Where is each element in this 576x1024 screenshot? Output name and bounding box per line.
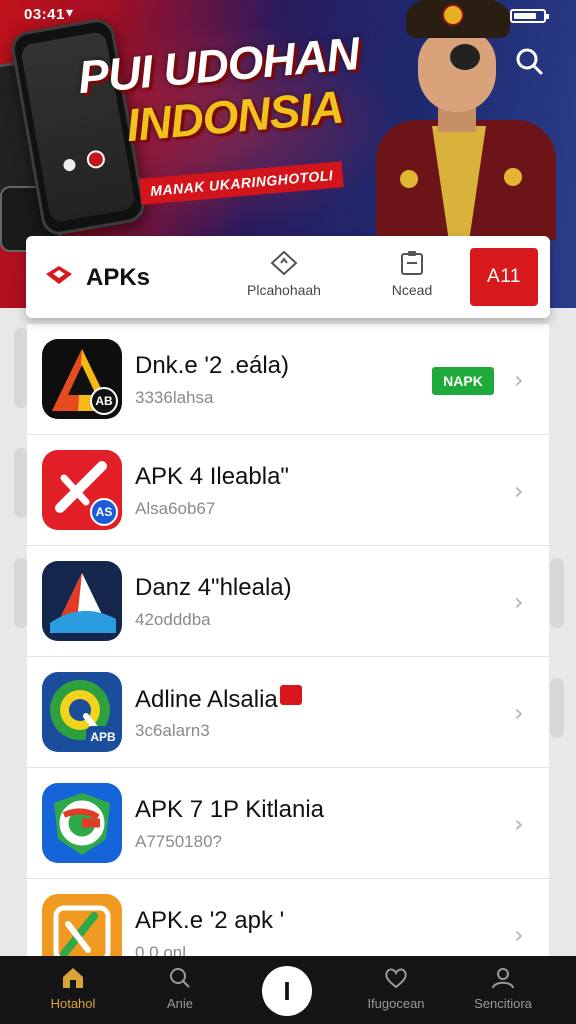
background-card <box>14 558 28 628</box>
a11-button[interactable]: A11 <box>470 248 538 306</box>
app-title-text: Adline Alsalia <box>135 686 278 713</box>
a-logo-icon <box>50 573 116 633</box>
status-bar: 03:41 ▾ <box>0 0 576 30</box>
medal-icon <box>400 170 418 188</box>
wifi-icon: ▾ <box>66 4 74 20</box>
tab-favorites[interactable]: Ifugocean <box>341 966 451 1011</box>
app-subtitle: 3c6alarn3 <box>135 721 210 740</box>
nav-plcahohaah-label: Plcahohaah <box>247 282 321 298</box>
nav-ncead[interactable]: Ncead <box>384 250 440 298</box>
app-subtitle: 0.0 onl <box>135 943 187 956</box>
tab-search[interactable]: Anie <box>125 966 235 1011</box>
tab-home-label: Hotahol <box>50 996 96 1011</box>
character-illustration <box>376 0 556 240</box>
icon-badge: AS <box>90 498 118 526</box>
flag-icon <box>279 685 302 705</box>
background-card <box>550 558 564 628</box>
g-logo-icon <box>54 793 110 855</box>
app-icon-x-logo-red: AS <box>42 450 122 530</box>
clipboard-icon <box>401 251 423 275</box>
nav-ncead-label: Ncead <box>391 282 433 298</box>
character-face <box>418 30 496 112</box>
chevron-right-icon[interactable]: › <box>514 810 524 838</box>
nav-plcahohaah[interactable]: Plcahohaah <box>240 250 328 298</box>
icon-badge: APB <box>86 726 120 748</box>
app-title: Dnk.e '2 .eála) <box>135 352 289 379</box>
tab-profile[interactable]: Sencitiora <box>448 966 558 1011</box>
heart-icon <box>385 968 407 989</box>
app-title: APK.e '2 apk ' <box>135 907 285 934</box>
center-action-button[interactable]: I <box>262 966 312 1016</box>
app-title: APK 7 1P Kitlania <box>135 796 325 823</box>
bottom-nav: Hotahol Anie I Ifugocean Sencitiora <box>0 956 576 1024</box>
x-logo-icon <box>53 905 111 956</box>
search-icon[interactable] <box>514 46 544 76</box>
tab-home[interactable]: Hotahol <box>18 966 128 1011</box>
background-card <box>550 678 564 738</box>
profile-icon <box>492 968 514 989</box>
chevron-right-icon[interactable]: › <box>514 366 524 394</box>
status-time: 03:41 <box>24 6 65 23</box>
list-item[interactable]: Danz 4"hleala) 42odddba › <box>27 546 549 657</box>
background-card <box>14 448 28 518</box>
app-subtitle: Alsa6ob67 <box>135 499 216 518</box>
chevron-right-icon[interactable]: › <box>514 477 524 505</box>
tab-search-label: Anie <box>166 996 194 1011</box>
app-subtitle: A7750180? <box>135 832 222 851</box>
status-badge: NAPK <box>432 367 494 395</box>
app-icon-g-logo-blue <box>42 783 122 863</box>
app-subtitle: 42odddba <box>135 610 211 629</box>
app-icon-q-logo-green: APB <box>42 672 122 752</box>
list-item[interactable]: APB Adline Alsalia 3c6alarn3 › <box>27 657 549 768</box>
list-item[interactable]: AB Dnk.e '2 .eála) 3336lahsa NAPK › <box>27 324 549 435</box>
background-card <box>14 328 28 408</box>
app-icon-a-logo-yellow: AB <box>42 339 122 419</box>
diamond-icon <box>270 250 298 276</box>
apk-logo-icon <box>46 266 72 284</box>
app-title: Adline Alsalia <box>135 685 302 714</box>
eyepatch-icon <box>450 44 480 70</box>
list-item[interactable]: AS APK 4 Ileabla" Alsa6ob67 › <box>27 435 549 546</box>
app-list: AB Dnk.e '2 .eála) 3336lahsa NAPK › AS A… <box>27 324 549 956</box>
search-icon <box>170 968 190 988</box>
chevron-right-icon[interactable]: › <box>514 588 524 616</box>
tab-profile-label: Sencitiora <box>474 996 532 1011</box>
page-title: APKs <box>86 264 151 291</box>
chevron-right-icon[interactable]: › <box>514 699 524 727</box>
app-title: APK 4 Ileabla" <box>135 463 289 490</box>
chevron-right-icon[interactable]: › <box>514 921 524 949</box>
tab-favorites-label: Ifugocean <box>367 996 425 1011</box>
icon-badge: AB <box>90 387 118 415</box>
app-icon-x-logo-orange <box>42 894 122 956</box>
medal-icon <box>504 168 522 186</box>
app-icon-a-logo-blue <box>42 561 122 641</box>
list-item[interactable]: APK.e '2 apk ' 0.0 onl › <box>27 879 549 956</box>
apk-header-card: APKs Plcahohaah Ncead A11 <box>26 236 550 318</box>
app-subtitle: 3336lahsa <box>135 388 214 407</box>
home-icon <box>63 968 83 988</box>
list-item[interactable]: APK 7 1P Kitlania A7750180? › <box>27 768 549 879</box>
app-title: Danz 4"hleala) <box>135 574 292 601</box>
battery-icon <box>510 9 549 23</box>
